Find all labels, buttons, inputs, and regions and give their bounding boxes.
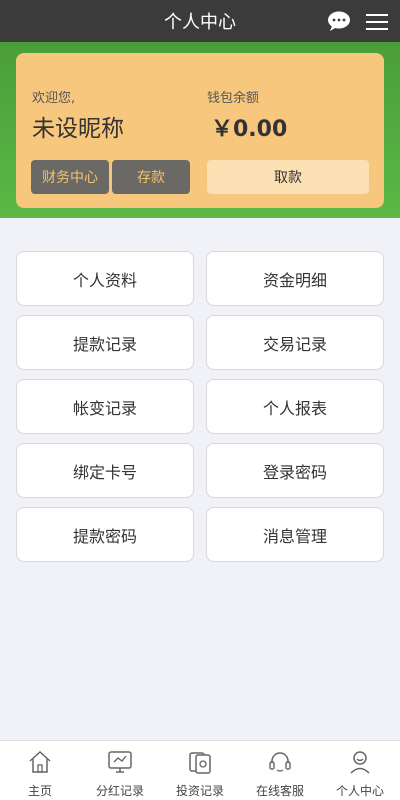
tab-investment-label: 投资记录: [175, 784, 224, 798]
menu-personal-report[interactable]: 个人报表: [206, 379, 384, 434]
account-card: 欢迎您, 未设昵称 钱包余额 ￥0.00 财务中心 存款 取款: [16, 53, 384, 208]
dividend-icon: [107, 749, 133, 779]
wallet-balance-amount: ￥0.00: [211, 117, 288, 142]
tab-dividend-label: 分红记录: [95, 784, 144, 798]
wallet-balance-label: 钱包余额: [207, 91, 260, 106]
tab-investment-records[interactable]: 投资记录: [160, 741, 240, 800]
menu-bind-card[interactable]: 绑定卡号: [16, 443, 194, 498]
tab-home[interactable]: 主页: [0, 741, 80, 800]
menu-login-password[interactable]: 登录密码: [206, 443, 384, 498]
menu-message-management[interactable]: 消息管理: [206, 507, 384, 562]
tab-personal-center[interactable]: 个人中心: [320, 741, 400, 800]
tab-online-service[interactable]: 在线客服: [240, 741, 320, 800]
deposit-button[interactable]: 存款: [112, 160, 190, 194]
top-bar: 个人中心: [0, 0, 400, 42]
tab-personal-label: 个人中心: [335, 784, 384, 798]
tab-home-label: 主页: [27, 784, 52, 798]
bottom-tab-bar: 主页 分红记录 投资记录 在线客服 个人中心: [0, 740, 400, 800]
home-icon: [27, 749, 53, 779]
tab-dividend-records[interactable]: 分红记录: [80, 741, 160, 800]
chat-bubble-icon[interactable]: [327, 11, 351, 32]
menu-personal-info[interactable]: 个人资料: [16, 251, 194, 306]
customer-service-icon: [267, 749, 293, 779]
menu-account-change-records[interactable]: 帐变记录: [16, 379, 194, 434]
withdraw-button[interactable]: 取款: [207, 160, 369, 194]
finance-center-button[interactable]: 财务中心: [31, 160, 109, 194]
nickname: 未设昵称: [32, 116, 124, 142]
welcome-label: 欢迎您,: [32, 91, 76, 106]
menu-transaction-records[interactable]: 交易记录: [206, 315, 384, 370]
user-icon: [347, 749, 373, 779]
menu-fund-details[interactable]: 资金明细: [206, 251, 384, 306]
investment-icon: [187, 749, 213, 779]
menu-grid: 个人资料 资金明细 提款记录 交易记录 帐变记录 个人报表 绑定卡号 登录密码 …: [16, 251, 384, 562]
menu-withdrawal-password[interactable]: 提款密码: [16, 507, 194, 562]
page-title: 个人中心: [164, 12, 236, 33]
hamburger-menu-icon[interactable]: [366, 13, 388, 31]
tab-service-label: 在线客服: [255, 784, 304, 798]
menu-withdrawal-records[interactable]: 提款记录: [16, 315, 194, 370]
